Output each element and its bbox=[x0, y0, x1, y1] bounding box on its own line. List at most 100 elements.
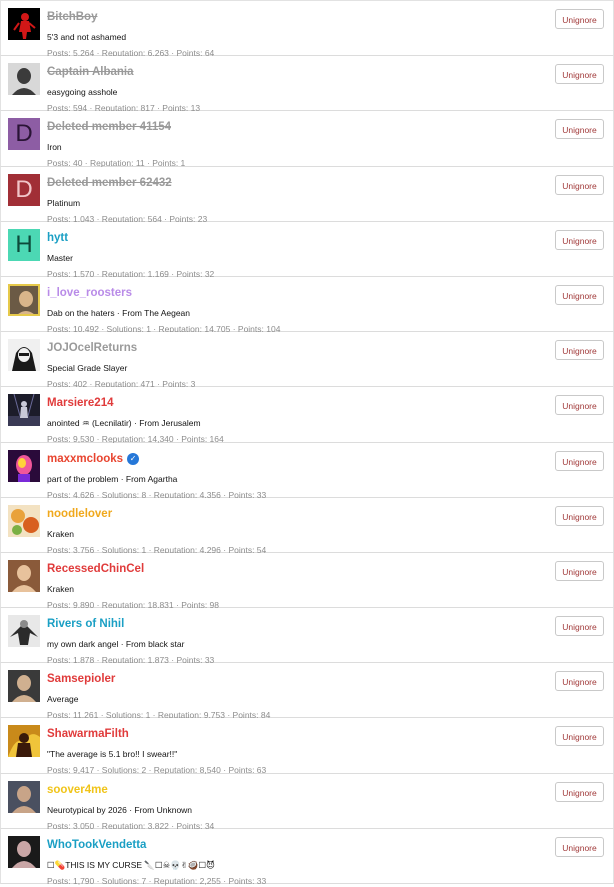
username-text: Deleted member 41154 bbox=[47, 121, 172, 134]
member-info: Deleted member 62432 Platinum Posts: 1,043… bbox=[47, 173, 543, 225]
unignore-button[interactable]: Unignore bbox=[555, 174, 604, 195]
user-title: Kraken bbox=[47, 583, 74, 594]
username-link[interactable]: Deleted member 62432 bbox=[47, 176, 172, 190]
list-item: noodlelover Kraken Posts: 3,756 · Solution… bbox=[0, 497, 614, 555]
unignore-button[interactable]: Unignore bbox=[555, 450, 604, 471]
unignore-button[interactable]: Unignore bbox=[555, 560, 604, 581]
member-info: WhoTookVendetta ☐💊THIS IS MY CURSE 🔪☐☠💀✌🥥… bbox=[47, 835, 543, 887]
portrait-avatar[interactable] bbox=[8, 63, 40, 96]
username-link[interactable]: i_love_roosters bbox=[47, 286, 132, 300]
username-link[interactable]: Marsiere214 bbox=[47, 396, 114, 410]
list-item: Marsiere214 anointed ♒ (Lecnilatir) · Fro… bbox=[0, 387, 614, 445]
avatar[interactable]: H bbox=[8, 228, 40, 261]
unignore-button[interactable]: Unignore bbox=[555, 395, 604, 416]
portrait-avatar[interactable] bbox=[8, 559, 40, 592]
username-text: RecessedChinCel bbox=[47, 562, 145, 575]
list-item: D Deleted member 41154 Iron Posts: 40 · Rep… bbox=[0, 111, 614, 168]
stage-avatar[interactable] bbox=[8, 394, 40, 427]
neon-head-avatar[interactable] bbox=[8, 449, 40, 482]
unignore-button[interactable]: Unignore bbox=[555, 781, 604, 802]
manga-avatar[interactable] bbox=[8, 339, 40, 372]
list-item: D Deleted member 62432 Platinum Posts: 1,04… bbox=[0, 166, 614, 225]
portrait-avatar[interactable] bbox=[8, 835, 40, 868]
unignore-button[interactable]: Unignore bbox=[555, 836, 604, 857]
username-text: Deleted member 62432 bbox=[47, 176, 172, 189]
fire-figure-avatar[interactable] bbox=[8, 725, 40, 758]
username-text: JOJOcelReturns bbox=[47, 342, 138, 355]
unignore-button[interactable]: Unignore bbox=[555, 119, 604, 140]
food-avatar[interactable] bbox=[8, 504, 40, 537]
username-text: BitchBoy bbox=[47, 11, 98, 23]
unignore-button[interactable]: Unignore bbox=[555, 726, 604, 747]
user-title: Special Grade Slayer bbox=[47, 363, 128, 374]
list-item: Rivers of Nihil my own dark angel · From … bbox=[0, 608, 614, 666]
member-info: Marsiere214 anointed ♒ (Lecnilatir) · Fro… bbox=[47, 393, 543, 445]
username-link[interactable]: Deleted member 41154 bbox=[47, 120, 171, 134]
list-item: JOJOcelReturns Special Grade Slayer Posts:… bbox=[0, 332, 614, 390]
winged-figure-avatar[interactable] bbox=[8, 615, 40, 648]
user-title: 5'3 and not ashamed bbox=[47, 32, 127, 42]
user-stats: Posts: 1,790 · Solutions: 7 · Reputation… bbox=[47, 875, 267, 886]
member-info: Samsepioler Average Posts: 11,261 · Soluti… bbox=[47, 669, 543, 721]
user-title: Dab on the haters · From The Aegean bbox=[47, 307, 191, 318]
portrait-avatar[interactable] bbox=[8, 670, 40, 703]
username-text: Rivers of Nihil bbox=[47, 618, 125, 631]
member-info: hytt Master Posts: 1,570 · Reputation: 1,1… bbox=[47, 228, 543, 280]
member-info: JOJOcelReturns Special Grade Slayer Posts:… bbox=[47, 338, 543, 390]
member-info: Rivers of Nihil my own dark angel · From … bbox=[47, 614, 543, 666]
unignore-button[interactable]: Unignore bbox=[555, 9, 604, 29]
member-info: BitchBoy 5'3 and not ashamed Posts: 5,264 … bbox=[47, 7, 543, 59]
user-title: "The average is 5.1 bro!! I swear!!" bbox=[47, 749, 178, 760]
member-info: maxxmclooks ✓ part of the problem · From A… bbox=[47, 449, 543, 501]
username-link[interactable]: JOJOcelReturns bbox=[47, 341, 137, 355]
member-info: ShawarmaFilth "The average is 5.1 bro!! I… bbox=[47, 724, 543, 776]
user-title: Average bbox=[47, 694, 79, 705]
username-link[interactable]: ShawarmaFilth bbox=[47, 727, 129, 741]
unignore-button[interactable]: Unignore bbox=[555, 64, 604, 85]
unignore-button[interactable]: Unignore bbox=[555, 340, 604, 361]
unignore-button[interactable]: Unignore bbox=[555, 229, 604, 250]
username-text: i_love_roosters bbox=[47, 286, 133, 299]
username-link[interactable]: WhoTookVendetta bbox=[47, 838, 146, 852]
avatar-letter: D bbox=[15, 175, 33, 203]
avatar-letter: D bbox=[15, 120, 33, 148]
username-text: soover4me bbox=[47, 783, 108, 796]
list-item: Samsepioler Average Posts: 11,261 · Soluti… bbox=[0, 663, 614, 721]
user-title: Master bbox=[47, 252, 73, 263]
unignore-button[interactable]: Unignore bbox=[555, 505, 604, 526]
username-link[interactable]: Captain Albania bbox=[47, 65, 133, 79]
username-text: maxxmclooks bbox=[47, 452, 124, 465]
unignore-button[interactable]: Unignore bbox=[555, 616, 604, 637]
dark-figure-avatar[interactable] bbox=[8, 8, 40, 40]
member-info: soover4me Neurotypical by 2026 · From Unk… bbox=[47, 780, 543, 832]
username-text: Captain Albania bbox=[47, 66, 134, 79]
member-info: i_love_roosters Dab on the haters · From … bbox=[47, 283, 543, 335]
avatar[interactable]: D bbox=[8, 173, 40, 206]
user-title: anointed ♒ (Lecnilatir) · From Jerusalem bbox=[47, 418, 201, 429]
list-item: maxxmclooks ✓ part of the problem · From A… bbox=[0, 442, 614, 501]
avatar-letter: H bbox=[15, 230, 33, 258]
user-title: part of the problem · From Agartha bbox=[47, 473, 178, 484]
user-title: Neurotypical by 2026 · From Unknown bbox=[47, 804, 193, 815]
username-link[interactable]: noodlelover bbox=[47, 507, 112, 521]
username-link[interactable]: BitchBoy bbox=[47, 10, 97, 24]
portrait-avatar[interactable] bbox=[8, 283, 40, 316]
username-text: noodlelover bbox=[47, 507, 113, 520]
member-info: RecessedChinCel Kraken Posts: 9,890 · Repu… bbox=[47, 559, 543, 611]
username-link[interactable]: RecessedChinCel bbox=[47, 562, 144, 576]
user-title: my own dark angel · From black star bbox=[47, 639, 185, 650]
username-link[interactable]: Rivers of Nihil bbox=[47, 617, 124, 631]
verified-check-icon: ✓ bbox=[127, 452, 140, 465]
username-link[interactable]: maxxmclooks ✓ bbox=[47, 452, 140, 466]
username-link[interactable]: soover4me bbox=[47, 783, 108, 797]
unignore-button[interactable]: Unignore bbox=[555, 671, 604, 692]
list-item: ShawarmaFilth "The average is 5.1 bro!! I… bbox=[0, 718, 614, 776]
username-text: WhoTookVendetta bbox=[47, 838, 147, 851]
portrait-avatar[interactable] bbox=[8, 780, 40, 813]
list-item: Hhytt Master Posts: 1,570 · Reputation: 1,… bbox=[0, 221, 614, 280]
username-link[interactable]: hytt bbox=[47, 231, 68, 245]
username-link[interactable]: Samsepioler bbox=[47, 672, 115, 686]
unignore-button[interactable]: Unignore bbox=[555, 284, 604, 305]
username-text: hytt bbox=[47, 231, 69, 244]
avatar[interactable]: D bbox=[8, 118, 40, 151]
